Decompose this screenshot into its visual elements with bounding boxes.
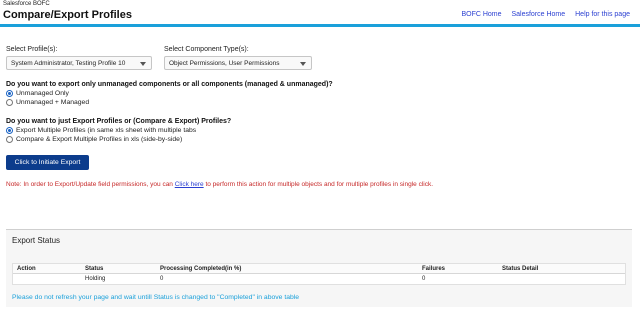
profile-select-value: System Administrator, Testing Profile 10 — [11, 60, 126, 67]
table-header-row: Action Status Processing Completed(in %)… — [13, 264, 625, 274]
table-row: Holding 0 0 — [13, 274, 625, 284]
refresh-warning: Please do not refresh your page and wait… — [12, 294, 300, 301]
radio-button[interactable] — [6, 90, 13, 97]
note-text-before: Note: In order to Export/Update field pe… — [6, 181, 175, 188]
bofc-home-link[interactable]: BOFC Home — [461, 11, 501, 18]
table-cell: 0 — [160, 276, 164, 282]
radio-label: Export Multiple Profiles (in same xls sh… — [16, 127, 197, 134]
radio-unmanaged-managed[interactable]: Unmanaged + Managed — [6, 99, 89, 106]
radio-button[interactable] — [6, 127, 13, 134]
header-accent-bar — [0, 24, 640, 27]
component-label: Select Component Type(s): — [164, 46, 249, 53]
page-header: Salesforce BOFC Compare/Export Profiles … — [0, 0, 640, 27]
managed-question: Do you want to export only unmanaged com… — [6, 81, 333, 88]
initiate-export-button[interactable]: Click to Initiate Export — [6, 155, 89, 170]
click-here-link[interactable]: Click here — [175, 181, 204, 188]
radio-button[interactable] — [6, 136, 13, 143]
status-title: Export Status — [12, 236, 61, 245]
export-status-panel: Export Status Action Status Processing C… — [6, 229, 632, 307]
chevron-down-icon — [140, 62, 146, 66]
radio-button[interactable] — [6, 99, 13, 106]
profile-select[interactable]: System Administrator, Testing Profile 10 — [6, 56, 152, 70]
column-header: Status Detail — [502, 266, 539, 272]
component-select-value: Object Permissions, User Permissions — [169, 60, 280, 67]
field-permission-note: Note: In order to Export/Update field pe… — [6, 181, 433, 188]
column-header: Processing Completed(in %) — [160, 266, 242, 272]
chevron-down-icon — [300, 62, 306, 66]
radio-compare-export[interactable]: Compare & Export Multiple Profiles in xl… — [6, 136, 182, 143]
column-header: Action — [17, 266, 36, 272]
top-links: BOFC Home Salesforce Home Help for this … — [453, 11, 630, 18]
column-header: Status — [85, 266, 104, 272]
profile-label: Select Profile(s): — [6, 46, 58, 53]
note-text-after: to perform this action for multiple obje… — [203, 181, 434, 188]
app-name: Salesforce BOFC — [3, 1, 50, 7]
export-mode-question: Do you want to just Export Profiles or (… — [6, 118, 232, 125]
table-cell: Holding — [85, 276, 106, 282]
status-table: Action Status Processing Completed(in %)… — [12, 263, 626, 285]
radio-label: Compare & Export Multiple Profiles in xl… — [16, 136, 183, 143]
help-link[interactable]: Help for this page — [575, 11, 630, 18]
radio-label: Unmanaged + Managed — [16, 99, 90, 106]
radio-unmanaged-only[interactable]: Unmanaged Only — [6, 90, 69, 97]
radio-label: Unmanaged Only — [16, 90, 69, 97]
salesforce-home-link[interactable]: Salesforce Home — [511, 11, 565, 18]
component-select[interactable]: Object Permissions, User Permissions — [164, 56, 312, 70]
column-header: Failures — [422, 266, 446, 272]
radio-export-multiple[interactable]: Export Multiple Profiles (in same xls sh… — [6, 127, 196, 134]
page-title: Compare/Export Profiles — [3, 9, 132, 21]
table-cell: 0 — [422, 276, 426, 282]
